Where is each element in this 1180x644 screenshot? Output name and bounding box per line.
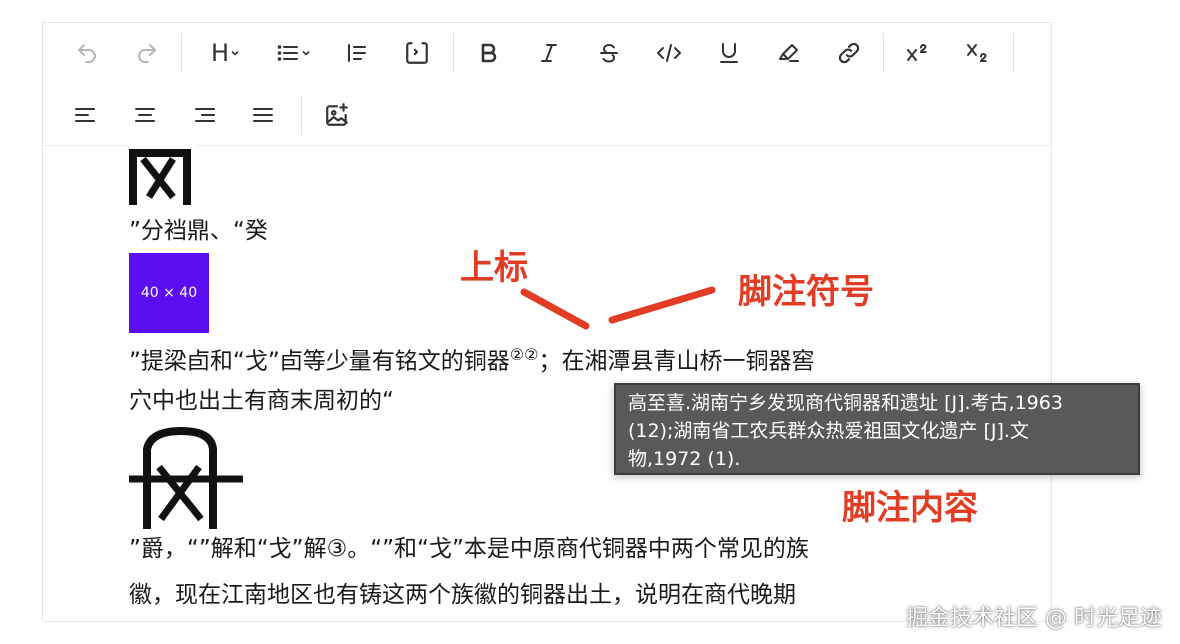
watermark: 掘金技术社区 @ 时光足迹 bbox=[906, 606, 1162, 631]
annotation-arrows bbox=[520, 286, 716, 330]
tooltip-line: 高至喜.湖南宁乡发现商代铜器和遗址 [J].考古,1963 bbox=[628, 392, 1063, 414]
annotation-arrow bbox=[608, 286, 716, 324]
footnote-content-annotation: 脚注内容 bbox=[842, 488, 978, 528]
tooltip-line: (12);湖南省工农兵群众热爱祖国文化遗产 [J].文 bbox=[628, 420, 1029, 442]
tooltip-line: 物,1972 (1). bbox=[628, 448, 741, 470]
footnote-tooltip: 高至喜.湖南宁乡发现商代铜器和遗址 [J].考古,1963 (12);湖南省工农… bbox=[614, 383, 1140, 475]
footnote-symbol-annotation: 脚注符号 bbox=[738, 272, 874, 312]
superscript-annotation: 上标 bbox=[460, 248, 528, 288]
annotation-arrow bbox=[520, 288, 590, 330]
